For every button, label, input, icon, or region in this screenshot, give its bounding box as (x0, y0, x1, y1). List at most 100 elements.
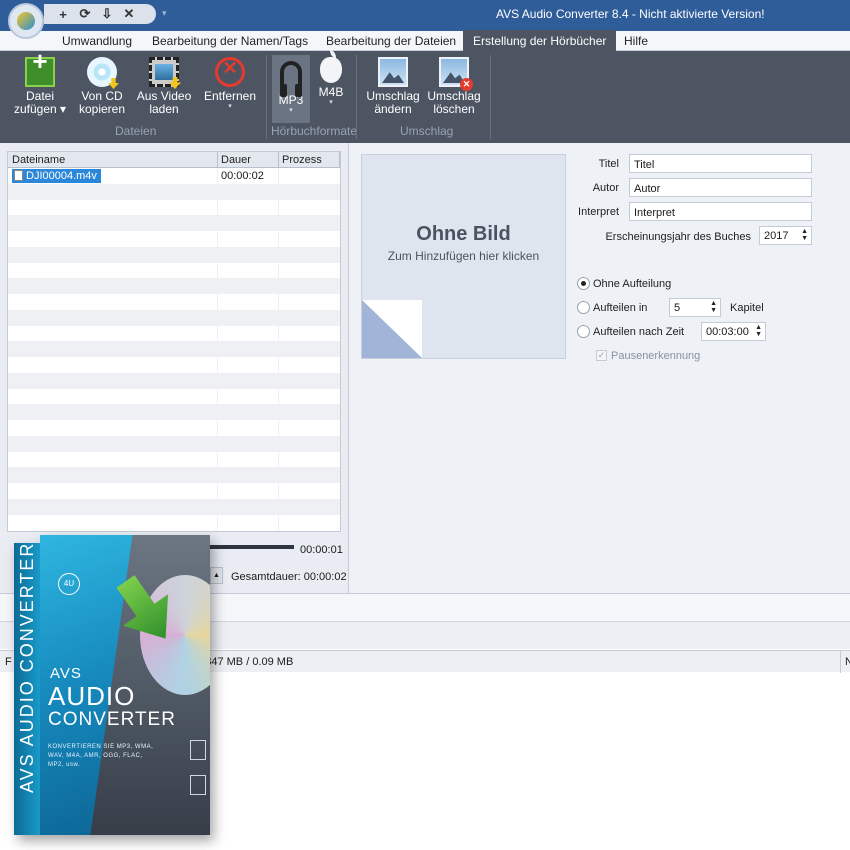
chapters-unit-label: Kapitel (730, 302, 764, 314)
file-panel: Dateiname Dauer Prozess DJI00004.m4v 00:… (0, 143, 348, 593)
delete-cover-label: Umschlag (427, 89, 481, 103)
split-time-label: Aufteilen nach Zeit (593, 326, 685, 338)
table-header: Dateiname Dauer Prozess (8, 152, 340, 168)
copy-cd-label-2: kopieren (78, 102, 126, 116)
remove-button[interactable]: Entfernen ▾ (200, 57, 260, 111)
avs4you-logo: 4U (58, 573, 80, 595)
split-none-label: Ohne Aufteilung (593, 278, 672, 290)
status-left-text: F (5, 656, 12, 668)
download-icon[interactable]: ⇩ (100, 6, 114, 22)
titel-field[interactable]: Titel (629, 154, 812, 173)
column-header-filename[interactable]: Dateiname (12, 154, 65, 166)
refresh-icon[interactable]: ⟳ (78, 6, 92, 22)
mp3-format-button[interactable]: MP3 ▾ (272, 55, 310, 123)
split-time-stepper[interactable]: 00:03:00 ▲ ▼ (701, 322, 766, 341)
cover-image-dropzone[interactable]: Ohne Bild Zum Hinzufügen hier klicken (361, 154, 566, 359)
tab-hoerbuecher[interactable]: Erstellung der Hörbücher (463, 30, 617, 51)
column-divider[interactable] (217, 152, 218, 168)
split-chapters-radio[interactable] (577, 301, 590, 314)
box-spine-text: AVS AUDIO CONVERTER (17, 541, 37, 793)
remove-icon (215, 57, 245, 87)
delete-cover-label-2: löschen (433, 102, 475, 116)
close-file-icon[interactable]: ✕ (122, 6, 136, 22)
file-duration-cell: 00:00:02 (221, 170, 264, 182)
pause-detection-checkbox[interactable]: ✓ (596, 350, 607, 361)
copy-cd-button[interactable]: Von CD kopieren (72, 57, 132, 116)
group-divider (356, 55, 357, 139)
box-product-audio: AUDIO (48, 681, 136, 711)
split-time-value: 00:03:00 (706, 326, 749, 338)
quick-access-toolbar: + ⟳ ⇩ ✕ (44, 4, 156, 24)
split-time-radio[interactable] (577, 325, 590, 338)
column-divider[interactable] (339, 152, 340, 168)
m4b-format-button[interactable]: M4B ▾ (312, 50, 350, 107)
delete-cover-button[interactable]: Umschlag löschen (424, 57, 484, 116)
app-logo-icon[interactable] (8, 3, 44, 39)
group-label-dateien: Dateien (115, 124, 157, 138)
audio-file-icon (190, 775, 206, 795)
interpret-label: Interpret (578, 206, 619, 218)
column-line (217, 168, 218, 531)
audiobook-settings-panel: Ohne Bild Zum Hinzufügen hier klicken Ti… (348, 143, 850, 593)
box-spine: AVS AUDIO CONVERTER (14, 542, 40, 835)
apple-icon (320, 50, 342, 83)
current-time: 00:00:01 (300, 544, 343, 556)
film-icon (149, 57, 179, 87)
volume-up-button[interactable]: ▲ (210, 567, 223, 584)
autor-label: Autor (592, 182, 619, 194)
autor-field[interactable]: Autor (629, 178, 812, 197)
group-label-umschlag: Umschlag (400, 124, 454, 138)
qat-customize-icon[interactable]: ▾ (162, 8, 167, 19)
column-line (278, 168, 279, 531)
remove-label: Entfernen (203, 89, 257, 103)
window-title: AVS Audio Converter 8.4 - Nicht aktivier… (496, 7, 765, 21)
interpret-field[interactable]: Interpret (629, 202, 812, 221)
total-duration: Gesamtdauer: 00:00:02 (231, 571, 347, 583)
split-none-radio[interactable] (577, 277, 590, 290)
tab-dateien[interactable]: Bearbeitung der Dateien (326, 34, 456, 48)
status-divider (840, 651, 841, 673)
column-header-progress[interactable]: Prozess (282, 154, 322, 166)
change-cover-label: Umschlag (366, 89, 420, 103)
stepper-arrows-icon[interactable]: ▲ ▼ (710, 300, 717, 314)
cover-subtitle: Zum Hinzufügen hier klicken (387, 249, 540, 263)
total-duration-value: 00:00:02 (303, 571, 347, 583)
load-video-button[interactable]: Aus Video laden (134, 57, 194, 116)
box-front: 4U AVS AUDIO CONVERTER KONVERTIEREN SIE … (40, 535, 210, 835)
change-cover-button[interactable]: Umschlag ändern (363, 57, 423, 116)
title-bar: + ⟳ ⇩ ✕ ▾ AVS Audio Converter 8.4 - Nich… (0, 0, 850, 31)
headphones-icon (280, 61, 302, 97)
table-row[interactable]: DJI00004.m4v 00:00:02 (8, 168, 340, 184)
stepper-arrows-icon[interactable]: ▲ ▼ (755, 324, 762, 338)
chapters-stepper[interactable]: 5 ▲ ▼ (669, 298, 721, 317)
m4b-label: M4B (318, 85, 344, 99)
picture-icon (378, 57, 408, 87)
load-video-label: Aus Video (136, 89, 192, 103)
m4b-dropdown-icon[interactable]: ▾ (312, 99, 350, 107)
box-brand: AVS (50, 665, 82, 682)
year-value: 2017 (764, 230, 789, 242)
mp3-dropdown-icon[interactable]: ▾ (272, 107, 310, 115)
tab-namen-tags[interactable]: Bearbeitung der Namen/Tags (152, 34, 308, 48)
group-divider (266, 55, 267, 139)
chapters-value: 5 (674, 302, 681, 314)
picture-delete-icon (439, 57, 473, 91)
stepper-arrows-icon[interactable]: ▲ ▼ (801, 228, 808, 242)
new-icon[interactable]: + (56, 7, 70, 22)
file-table[interactable]: Dateiname Dauer Prozess DJI00004.m4v 00:… (7, 151, 341, 532)
file-icon (14, 170, 23, 181)
add-file-button[interactable]: Datei zufügen ▾ (10, 55, 70, 116)
total-duration-label: Gesamtdauer: (231, 571, 301, 583)
year-stepper[interactable]: 2017 ▲ ▼ (759, 226, 812, 245)
box-product-converter: CONVERTER (48, 709, 176, 730)
tab-umwandlung[interactable]: Umwandlung (62, 34, 132, 48)
column-divider[interactable] (278, 152, 279, 168)
tab-hilfe[interactable]: Hilfe (624, 34, 648, 48)
copy-cd-label: Von CD (81, 89, 123, 103)
add-file-icon (25, 55, 55, 87)
column-header-duration[interactable]: Dauer (221, 154, 251, 166)
cover-title: Ohne Bild (416, 223, 511, 245)
convert-file-icon (190, 740, 206, 760)
remove-dropdown-icon[interactable]: ▾ (200, 103, 260, 111)
file-name-cell[interactable]: DJI00004.m4v (12, 169, 101, 183)
